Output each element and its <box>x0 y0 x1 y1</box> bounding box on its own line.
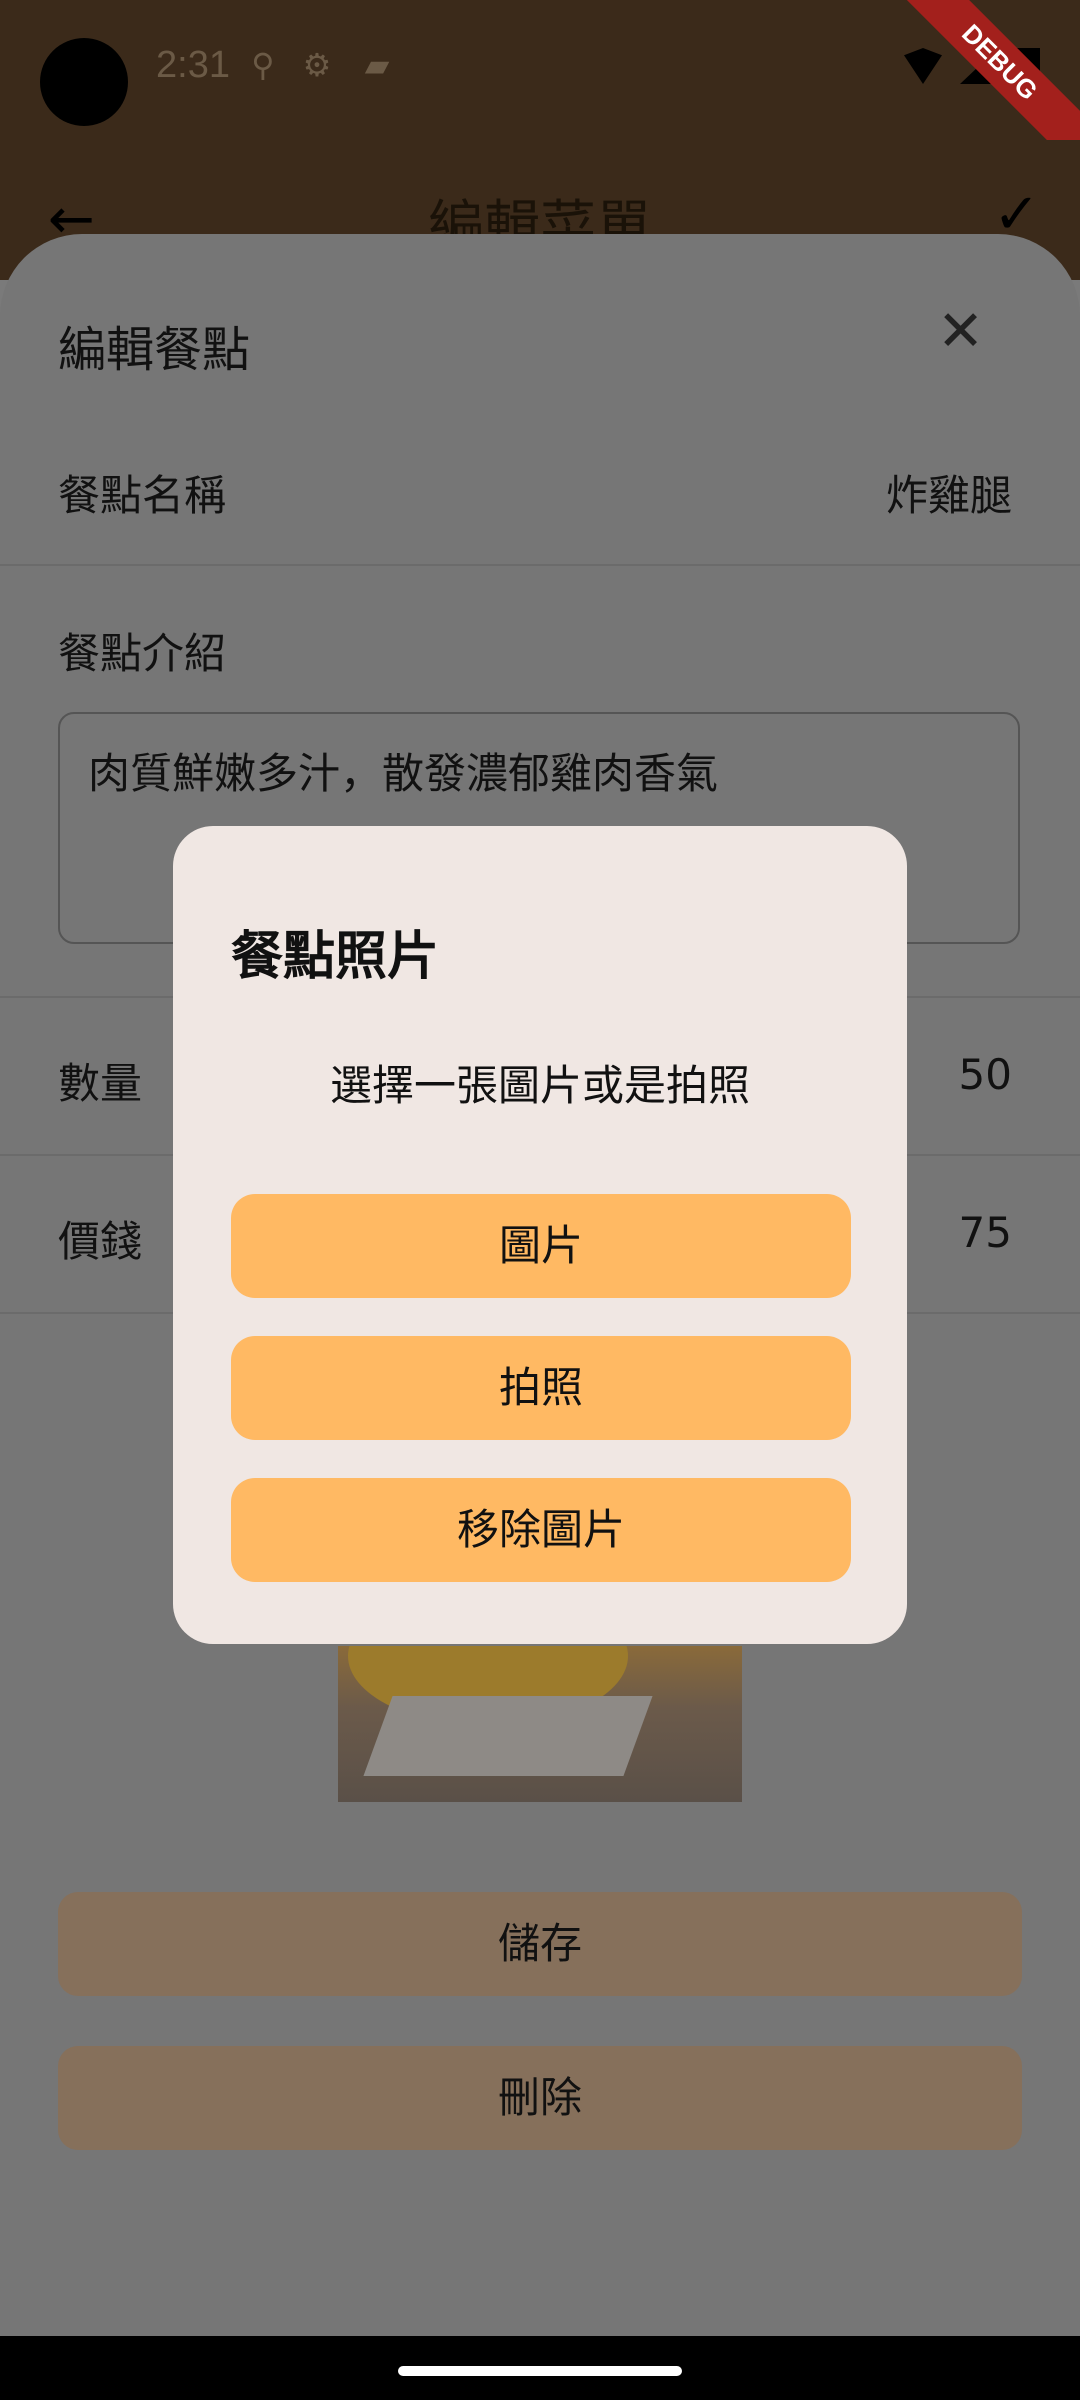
choose-image-button[interactable]: 圖片 <box>231 1194 851 1298</box>
meal-name-value: 炸雞腿 <box>885 471 1012 520</box>
delete-button[interactable]: 刪除 <box>58 2046 1022 2150</box>
meal-description-label: 餐點介紹 <box>58 629 227 678</box>
status-bar: 2:31 ⚲ ⚙ ▰ DEBUG <box>0 0 1080 184</box>
camera-cutout <box>40 38 128 126</box>
navigation-bar <box>0 2336 1080 2400</box>
sheet-title: 編輯餐點 <box>58 322 251 378</box>
quantity-label: 數量 <box>58 1059 143 1108</box>
dialog-message: 選擇一張圖片或是拍照 <box>329 1061 750 1110</box>
take-photo-button[interactable]: 拍照 <box>231 1336 851 1440</box>
quantity-value: 50 <box>958 1050 1012 1099</box>
remove-image-button[interactable]: 移除圖片 <box>231 1478 851 1582</box>
photo-paper-shape <box>363 1696 653 1776</box>
meal-name-label: 餐點名稱 <box>58 471 227 520</box>
meal-photo[interactable] <box>338 1646 742 1802</box>
close-icon[interactable]: ✕ <box>937 304 984 360</box>
price-label: 價錢 <box>58 1217 143 1266</box>
meal-photo-dialog: 餐點照片 選擇一張圖片或是拍照 圖片 拍照 移除圖片 <box>173 826 907 1644</box>
meal-description-text: 肉質鮮嫩多汁，散發濃郁雞肉香氣 <box>88 749 719 798</box>
price-value: 75 <box>958 1208 1012 1257</box>
save-button[interactable]: 儲存 <box>58 1892 1022 1996</box>
sd-card-icon: ▰ <box>364 46 390 84</box>
dialog-title: 餐點照片 <box>231 927 440 987</box>
status-time: 2:31 <box>156 44 230 86</box>
wifi-icon <box>904 48 942 84</box>
home-handle[interactable] <box>398 2366 682 2376</box>
meal-name-row[interactable]: 餐點名稱 炸雞腿 <box>0 414 1080 566</box>
settings-icon: ⚙ <box>302 46 332 84</box>
sync-icon: ⚲ <box>251 46 275 84</box>
